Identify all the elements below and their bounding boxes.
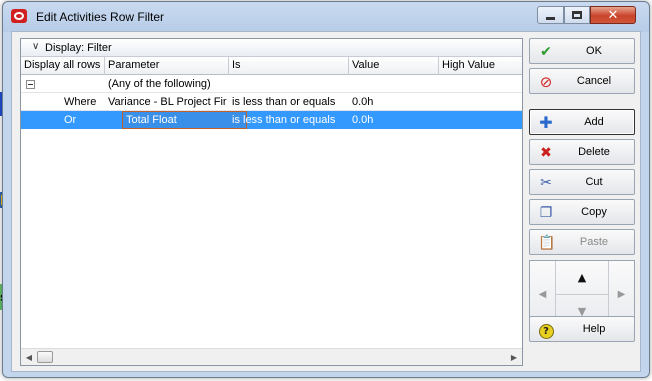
add-label: Add <box>584 116 604 128</box>
copy-icon: ❐ <box>539 205 553 221</box>
add-button[interactable]: ✚ Add <box>529 109 635 135</box>
scroll-left-icon[interactable]: ◀ <box>22 351 36 364</box>
copy-button[interactable]: ❐ Copy <box>529 199 635 225</box>
move-up-icon[interactable]: ▲ <box>556 261 608 295</box>
checkmark-icon: ✔ <box>540 44 552 60</box>
table-row[interactable]: (Any of the following) <box>21 75 522 93</box>
cell-parameter[interactable]: (Any of the following) <box>105 75 229 93</box>
cut-label: Cut <box>585 176 603 188</box>
horizontal-scrollbar[interactable]: ◀ ▶ <box>21 348 522 365</box>
delete-button[interactable]: ✖ Delete <box>529 139 635 165</box>
collapse-icon[interactable] <box>26 80 35 89</box>
minimize-button[interactable] <box>537 6 564 24</box>
paste-icon: 📋 <box>538 235 556 251</box>
cell-is[interactable]: is less than or equals <box>229 111 349 129</box>
chevron-down-icon[interactable]: ∨ <box>32 41 39 52</box>
delete-icon: ✖ <box>540 145 552 161</box>
cancel-button[interactable]: ⊘ Cancel <box>529 68 635 94</box>
cell-display: Or <box>64 114 77 126</box>
paste-button[interactable]: 📋 Paste <box>529 229 635 255</box>
filter-grid[interactable]: ∨ Display: Filter Display all rows Param… <box>20 38 523 366</box>
dialog-client-area: ∨ Display: Filter Display all rows Param… <box>11 31 641 372</box>
delete-label: Delete <box>578 146 610 158</box>
table-row[interactable]: Where Variance - BL Project Fir is less … <box>21 93 522 111</box>
group-band[interactable]: ∨ Display: Filter <box>21 39 522 57</box>
dialog-window: Edit Activities Row Filter ✕ ∨ Display: … <box>2 1 650 378</box>
scroll-thumb[interactable] <box>37 351 53 363</box>
cut-button[interactable]: ✂ Cut <box>529 169 635 195</box>
scroll-right-icon[interactable]: ▶ <box>507 351 521 364</box>
cell-value[interactable]: 0.0h <box>349 111 439 129</box>
column-header-parameter[interactable]: Parameter <box>105 57 229 75</box>
close-button[interactable]: ✕ <box>590 6 636 24</box>
maximize-button[interactable] <box>564 6 590 24</box>
cancel-label: Cancel <box>576 75 612 87</box>
maximize-icon <box>572 11 582 19</box>
column-header-display-all-rows[interactable]: Display all rows <box>21 57 105 75</box>
title-bar[interactable]: Edit Activities Row Filter ✕ <box>3 2 649 30</box>
paste-label: Paste <box>579 236 609 248</box>
app-icon <box>11 9 27 23</box>
help-button[interactable]: ? Help <box>529 316 635 342</box>
plus-icon: ✚ <box>539 113 553 132</box>
copy-label: Copy <box>581 206 607 218</box>
cell-parameter[interactable]: Variance - BL Project Fir <box>105 93 229 111</box>
window-title: Edit Activities Row Filter <box>36 10 165 24</box>
cell-value[interactable]: 0.0h <box>349 93 439 111</box>
ok-label: OK <box>586 45 602 57</box>
close-icon: ✕ <box>607 7 619 23</box>
help-label: Help <box>582 323 606 335</box>
column-header-value[interactable]: Value <box>349 57 439 75</box>
cell-high-value[interactable] <box>439 93 523 111</box>
column-header-high-value[interactable]: High Value <box>439 57 523 75</box>
column-header-is[interactable]: Is <box>229 57 349 75</box>
scissors-icon: ✂ <box>540 175 552 191</box>
cell-display: Where <box>64 96 97 108</box>
cell-high-value[interactable] <box>439 111 523 129</box>
ok-button[interactable]: ✔ OK <box>529 38 635 64</box>
cancel-icon: ⊘ <box>539 73 553 91</box>
cell-is[interactable]: is less than or equals <box>229 93 349 111</box>
grid-header: Display all rows Parameter Is Value High… <box>21 57 522 75</box>
group-band-label: Display: Filter <box>45 42 112 54</box>
table-row-selected[interactable]: Or Total Float is less than or equals 0.… <box>21 111 522 129</box>
minimize-icon <box>546 17 555 20</box>
help-icon: ? <box>538 322 554 339</box>
